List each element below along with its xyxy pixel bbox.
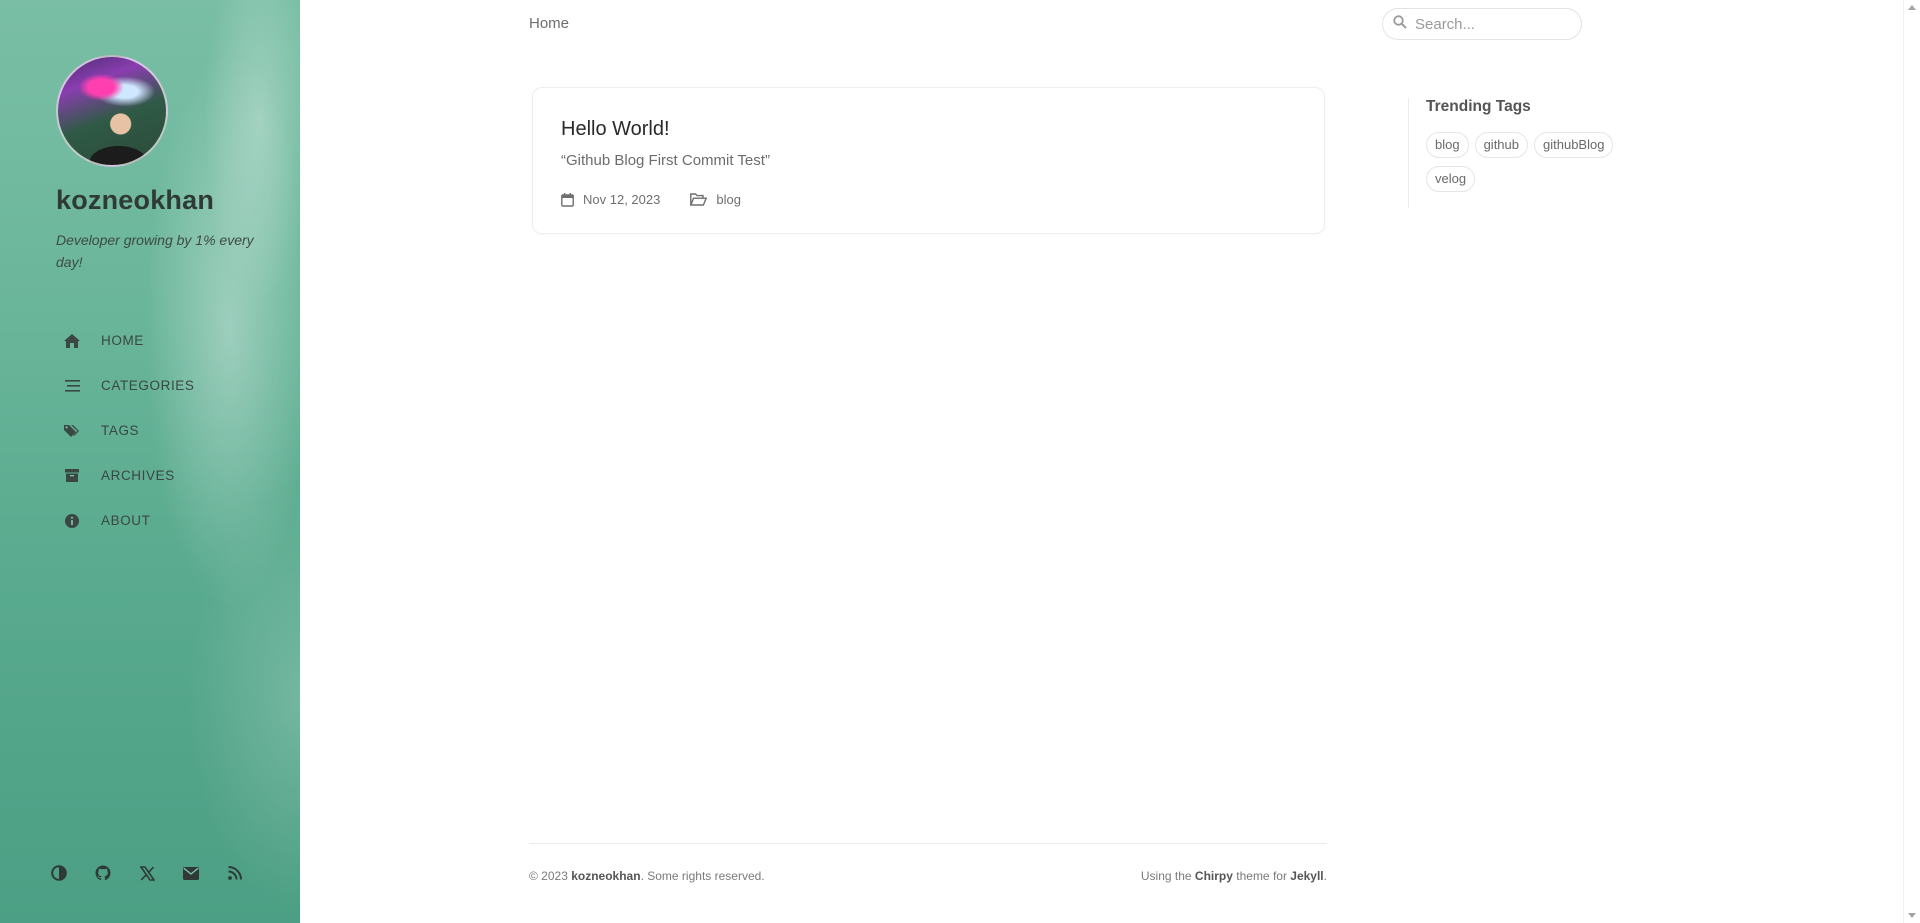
avatar[interactable] [56, 55, 168, 167]
credits-prefix: Using the [1140, 869, 1195, 883]
tag-velog[interactable]: velog [1426, 166, 1476, 192]
engine-link[interactable]: Jekyll [1290, 869, 1323, 883]
post-title[interactable]: Hello World! [561, 118, 670, 141]
copyright-prefix: © 2023 [529, 869, 572, 883]
trending-tags-heading: Trending Tags [1426, 98, 1531, 115]
post-date-group: Nov 12, 2023 [561, 192, 660, 207]
page-scrollbar[interactable] [1903, 0, 1920, 923]
stream-icon [61, 378, 83, 394]
scroll-up-arrow-icon[interactable] [1908, 5, 1916, 10]
post-excerpt: “Github Blog First Commit Test” [561, 152, 770, 169]
search-icon [1393, 14, 1407, 34]
nav-label: ARCHIVES [101, 468, 175, 483]
footer-divider [529, 843, 1327, 844]
post-meta: Nov 12, 2023 blog [561, 192, 741, 207]
nav-item-archives[interactable]: ARCHIVES [56, 453, 300, 498]
breadcrumb: Home [529, 15, 570, 32]
tags-icon [61, 423, 83, 439]
info-icon [61, 513, 83, 529]
nav-item-about[interactable]: ABOUT [56, 498, 300, 543]
tag-list: blog github githubBlog velog [1426, 132, 1636, 200]
nav-label: ABOUT [101, 513, 151, 528]
nav-item-categories[interactable]: CATEGORIES [56, 363, 300, 408]
post-card[interactable]: Hello World! “Github Blog First Commit T… [532, 87, 1325, 234]
copyright-suffix: . Some rights reserved. [640, 869, 765, 883]
nav-item-home[interactable]: HOME [56, 318, 300, 363]
footer-copyright: © 2023 kozneokhan. Some rights reserved. [529, 869, 765, 883]
nav-label: HOME [101, 333, 144, 348]
sidebar-nav: HOME CATEGORIES TAGS ARCHIVES ABOUT [56, 318, 300, 543]
email-icon[interactable] [180, 862, 202, 884]
post-category[interactable]: blog [716, 192, 741, 207]
theme-toggle-icon[interactable] [48, 862, 70, 884]
sidebar-bottom-links [48, 862, 246, 884]
tag-blog[interactable]: blog [1426, 132, 1469, 158]
github-icon[interactable] [92, 862, 114, 884]
nav-item-tags[interactable]: TAGS [56, 408, 300, 453]
sidebar: kozneokhan Developer growing by 1% every… [0, 0, 300, 923]
tag-github[interactable]: github [1474, 132, 1528, 158]
archive-icon [61, 468, 83, 484]
theme-link[interactable]: Chirpy [1195, 869, 1233, 883]
rss-icon[interactable] [224, 862, 246, 884]
owner-link[interactable]: kozneokhan [571, 869, 640, 883]
footer-credits: Using the Chirpy theme for Jekyll. [1141, 869, 1327, 883]
site-subtitle: Developer growing by 1% every day! [56, 232, 254, 270]
search-box[interactable] [1382, 8, 1582, 40]
home-icon [61, 333, 83, 349]
folder-open-icon [690, 193, 716, 206]
calendar-icon [561, 192, 583, 207]
tag-githubblog[interactable]: githubBlog [1534, 132, 1614, 158]
post-category-group: blog [690, 192, 741, 207]
credits-suffix: . [1323, 869, 1327, 883]
nav-label: CATEGORIES [101, 378, 195, 393]
search-input[interactable] [1415, 15, 1565, 33]
trending-tags-panel: Trending Tags blog github githubBlog vel… [1408, 98, 1628, 208]
post-date: Nov 12, 2023 [583, 192, 661, 207]
site-title[interactable]: kozneokhan [56, 185, 214, 216]
x-twitter-icon[interactable] [136, 862, 158, 884]
scroll-down-arrow-icon[interactable] [1908, 913, 1916, 918]
nav-label: TAGS [101, 423, 140, 438]
credits-mid: theme for [1232, 869, 1291, 883]
